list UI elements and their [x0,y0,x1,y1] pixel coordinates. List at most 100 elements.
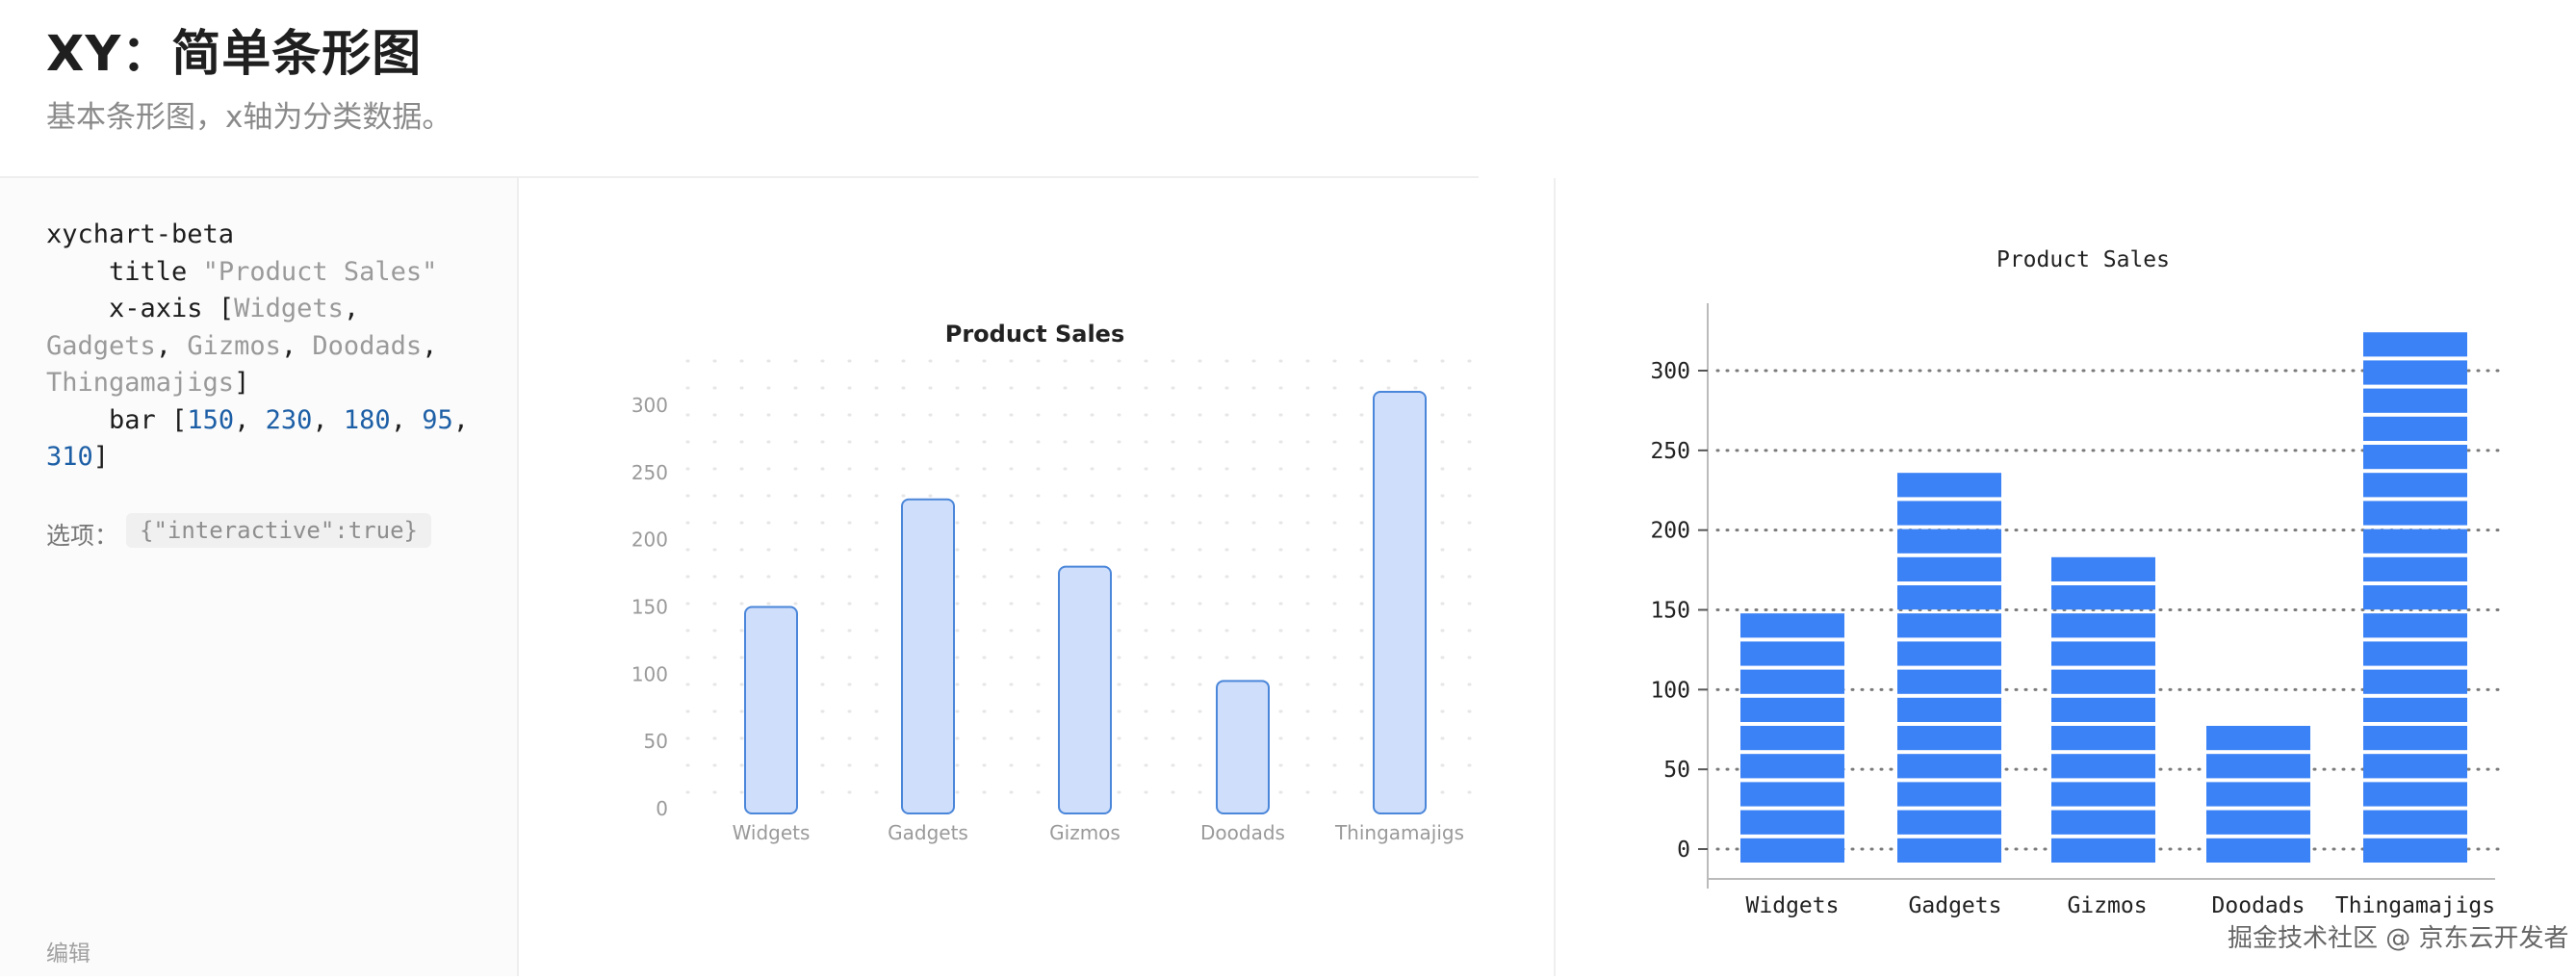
bar-segment [2363,726,2467,751]
bar-segment [1740,697,1844,722]
bar [1058,565,1112,814]
code-line: title "Product Sales" [46,254,499,292]
bar-segment [1897,838,2001,863]
code-line: Thingamajigs] [46,365,499,402]
y-tick-label: 150 [1650,599,1690,624]
code-token: , [343,294,360,323]
code-token: bar [ [46,404,188,435]
bar-segment [2051,838,2155,863]
bar-segment [1897,473,2001,498]
code-token: ] [92,442,110,472]
bar-segment [1897,501,2001,526]
code-editor[interactable]: xychart-beta title "Product Sales" x-axi… [46,217,499,477]
x-tick-label: Doodads [1200,821,1285,844]
bar-segment [1740,810,1844,835]
code-token: , [234,404,266,435]
bar-segment [1740,669,1844,694]
code-token: , [280,330,313,361]
bar-segment [2051,726,2155,751]
bar-segment [1740,754,1844,779]
bar-segment [1740,726,1844,751]
bar-segment [2363,501,2467,526]
code-line: xychart-beta [46,217,499,254]
bar-segment [2363,360,2467,385]
options-value: {"interactive":true} [126,513,431,548]
code-token: Gadgets [46,330,156,361]
code-line: bar [150, 230, 180, 95, [46,402,499,440]
code-token: , [390,404,423,435]
bar-segment [2363,416,2467,441]
page-header: XY：简单条形图 基本条形图，x轴为分类数据。 [0,0,1479,178]
bar-segment [2051,810,2155,835]
bar-segment [2363,697,2467,722]
y-tick-label: 0 [656,797,668,820]
code-token: , [312,404,344,435]
bar-segment [1897,556,2001,581]
code-token: Doodads [312,330,423,361]
bar-segment [2363,388,2467,413]
code-token: 310 [46,442,93,472]
code-token: 230 [265,404,313,435]
bar-segment [1897,782,2001,807]
code-token: , [422,330,438,361]
bar-segment [2363,641,2467,666]
bar-segment [2363,782,2467,807]
bar-segment [2051,669,2155,694]
bar-segment [2206,754,2310,779]
y-tick-label: 200 [631,529,668,552]
y-tick-label: 50 [1663,758,1690,783]
bar-segment [2363,838,2467,863]
bar-segment [2363,473,2467,498]
code-line: Gadgets, Gizmos, Doodads, [46,328,499,366]
code-line: 310] [46,439,499,477]
bar-segment [2363,332,2467,357]
bar [1216,680,1270,814]
bar-segment [2363,754,2467,779]
code-token: , [155,330,188,361]
bar-segment [1897,726,2001,751]
interactive-bar-chart: Product Sales 0 50 100 150 200 250 300 Widgets Ga… [631,321,1483,844]
bar-segment [2051,782,2155,807]
code-token: x-axis [ [46,294,235,323]
bar-segment [1897,613,2001,638]
y-tick-label: 200 [1650,519,1690,544]
code-token: xychart-beta [46,219,235,249]
options-label: 选项： [46,522,119,550]
x-tick-label: Gadgets [1909,893,2002,918]
code-token: Thingamajigs [46,368,235,398]
code-token: , [452,404,469,435]
code-token: Widgets [234,294,344,323]
bar [901,498,955,814]
bar-segment [2051,754,2155,779]
y-tick-label: 300 [631,394,668,417]
bar [744,606,798,814]
bar-segment [2363,669,2467,694]
bar-segment [2363,556,2467,581]
bar-segment [1897,529,2001,554]
x-tick-label: Thingamajigs [2335,893,2495,918]
bar-segment [1897,669,2001,694]
chart-title: Product Sales [945,321,1125,348]
chart-title: Product Sales [1996,247,2170,272]
bar-segment [2206,726,2310,751]
x-tick-label: Widgets [733,821,811,844]
bar-segment [1897,641,2001,666]
bar-segment [1740,613,1844,638]
watermark: 掘金技术社区 @ 京东云开发者 [2228,924,2569,953]
y-tick-label: 50 [644,730,668,753]
bar-segment [1740,838,1844,863]
bar-segment [2206,782,2310,807]
bar-segment [2363,585,2467,610]
rendered-bar-chart: Product Sales 0 50 100 150 200 250 300 Widgets Ga… [1650,247,2501,918]
edit-link[interactable]: 编辑 [46,935,90,967]
bar-segment [2206,838,2310,863]
bar-segment [1740,641,1844,666]
bar-segment [1897,754,2001,779]
code-token: 150 [187,404,235,435]
x-tick-label: Gizmos [2067,893,2147,918]
code-token: "Product Sales" [202,256,438,287]
code-token: 95 [422,404,453,435]
y-tick-label: 100 [1650,678,1690,703]
y-tick-label: 300 [1650,359,1690,384]
code-token: Gizmos [187,330,281,361]
